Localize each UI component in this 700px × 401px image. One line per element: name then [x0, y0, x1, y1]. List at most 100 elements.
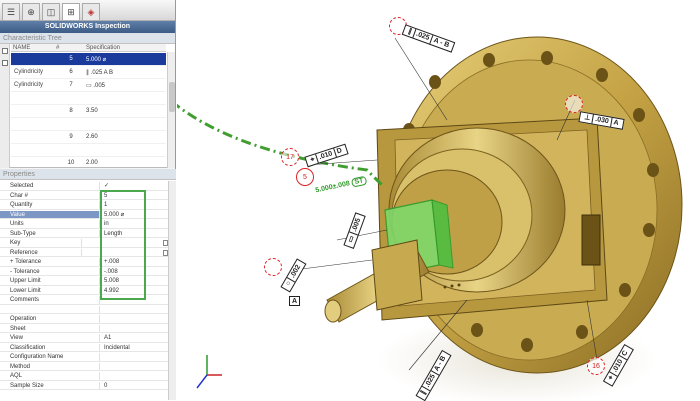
property-label: Value — [0, 210, 100, 219]
property-label: Sheet — [0, 324, 100, 333]
appearance-tab[interactable]: ◈ — [82, 3, 100, 20]
property-label: Reference — [0, 248, 82, 257]
characteristic-tree: NAME # Specification 5 5.000 ⌀ Cylindricit… — [0, 44, 175, 170]
property-value[interactable]: ✓ — [100, 182, 168, 190]
property-label: - Tolerance — [0, 267, 100, 276]
property-label: Char # — [0, 191, 100, 200]
list-icon: ☰ — [6, 6, 16, 17]
tree-row[interactable] — [11, 92, 166, 105]
tree-cell-spec: ∥ .025 A B — [86, 69, 114, 76]
property-value[interactable] — [100, 306, 168, 314]
property-value[interactable] — [100, 315, 168, 323]
tree-cell-num: 5 — [69, 56, 73, 62]
side-slot — [581, 214, 601, 266]
tree-cell-num: 8 — [69, 108, 73, 114]
inspection-tab[interactable]: ⊞ — [62, 3, 80, 20]
property-label: Key — [0, 239, 82, 247]
tree-row[interactable]: 5 5.000 ⌀ — [11, 53, 166, 66]
property-label: Selected — [0, 182, 100, 190]
left-panel: ☰ ⊕ ◫ ⊞ ◈ SOLIDWORKS Inspection Characte… — [0, 0, 176, 400]
tree-cell-num: 6 — [69, 69, 73, 75]
property-label: + Tolerance — [0, 258, 100, 266]
property-value[interactable]: 0 — [100, 382, 168, 390]
scroll-thumb[interactable] — [169, 82, 175, 112]
triad — [196, 355, 222, 389]
tree-row[interactable] — [11, 144, 166, 157]
col-name[interactable]: NAME — [11, 44, 56, 51]
property-value[interactable]: Incidental — [100, 344, 168, 352]
highlight-box — [100, 190, 146, 300]
property-label: Method — [0, 362, 100, 371]
property-row[interactable]: AQL — [0, 372, 168, 381]
config-tab[interactable]: ◫ — [42, 3, 60, 20]
col-num[interactable]: # — [56, 44, 86, 51]
tree-cell-spec: 5.000 ⌀ — [86, 56, 107, 63]
tree-header: NAME # Specification — [11, 44, 166, 52]
panel-tabbar: ☰ ⊕ ◫ ⊞ ◈ — [0, 0, 175, 21]
property-row[interactable]: Sheet — [0, 324, 168, 334]
feature-manager-tab[interactable]: ☰ — [2, 3, 20, 20]
property-row[interactable]: View A1 — [0, 334, 168, 343]
app-title: SOLIDWORKS Inspection — [0, 21, 175, 33]
property-label: View — [0, 334, 100, 342]
target-tab[interactable]: ⊕ — [22, 3, 40, 20]
property-label: Configuration Name — [0, 353, 100, 361]
property-label: Classification — [0, 343, 100, 352]
balloon-17[interactable]: 17 — [281, 148, 299, 166]
tree-cell-name: Cylindricity — [14, 82, 44, 88]
balloon-16[interactable]: 16 — [587, 357, 605, 375]
tree-row[interactable]: 8 3.50 — [11, 105, 166, 118]
properties-scrollbar[interactable] — [168, 181, 176, 400]
property-row[interactable] — [0, 305, 168, 315]
tree-section-title: Characteristic Tree — [0, 33, 175, 44]
datum-a[interactable]: A — [289, 296, 300, 306]
property-label: Operation — [0, 315, 100, 323]
tree-row[interactable]: 9 2.60 — [11, 131, 166, 144]
appearance-icon: ◈ — [87, 6, 95, 17]
property-row[interactable]: Operation — [0, 315, 168, 324]
property-row[interactable]: Configuration Name — [0, 353, 168, 362]
graphics-viewport[interactable]: ∥ .025 A - B ⊥ .030 A 17 ⌖ .010 D 5 5.000±.008… — [177, 0, 700, 401]
collapse-icon[interactable] — [2, 48, 8, 54]
shaft-end — [324, 299, 342, 323]
config-icon: ◫ — [46, 6, 56, 17]
property-label: Quantity — [0, 201, 100, 209]
balloon-5[interactable]: 5 — [296, 168, 314, 186]
part-model — [177, 36, 683, 400]
tree-cell-spec: 2.00 — [86, 160, 98, 166]
tree-cell-spec: 3.50 — [86, 108, 98, 114]
tree-cell-spec: ▭ .005 — [86, 82, 106, 89]
property-row[interactable]: Sample Size 0 — [0, 381, 168, 391]
tree-cell-name: Cylindricity — [14, 69, 44, 75]
property-label: Units — [0, 220, 100, 228]
tree-row[interactable]: Cylindricity 7 ▭ .005 — [11, 79, 166, 92]
balloon-left[interactable] — [264, 258, 282, 276]
tree-cell-num: 9 — [69, 134, 73, 140]
properties-panel: Selected ✓ Char #5 Quantity 1 Value 5.000 ⌀ Uni… — [0, 180, 176, 400]
tree-row[interactable]: Cylindricity 6 ∥ .025 A B — [11, 66, 166, 79]
col-spec[interactable]: Specification — [86, 44, 166, 51]
property-value[interactable] — [100, 363, 168, 371]
tree-cell-num: 7 — [69, 82, 73, 88]
tree-cell-num: 10 — [67, 160, 75, 166]
property-value[interactable] — [100, 353, 168, 361]
property-label: Sub-Type — [0, 229, 100, 238]
tree-row[interactable] — [11, 118, 166, 131]
property-row[interactable]: Method — [0, 362, 168, 372]
property-label — [0, 305, 100, 314]
property-label: Upper Limit — [0, 277, 100, 285]
tree-side-strip — [0, 44, 10, 168]
tree-cell-spec: 2.60 — [86, 134, 98, 140]
property-row[interactable]: Classification Incidental — [0, 343, 168, 353]
expand-icon[interactable] — [2, 60, 8, 66]
property-label: Sample Size — [0, 381, 100, 390]
property-label: Lower Limit — [0, 286, 100, 295]
tree-scrollbar[interactable] — [167, 52, 175, 168]
property-value[interactable] — [100, 325, 168, 333]
property-value[interactable] — [100, 372, 168, 380]
property-value[interactable]: A1 — [100, 334, 168, 342]
key-block — [371, 239, 423, 311]
property-label: Comments — [0, 296, 100, 304]
link-arrow — [177, 103, 384, 187]
inspection-icon: ⊞ — [67, 6, 75, 17]
